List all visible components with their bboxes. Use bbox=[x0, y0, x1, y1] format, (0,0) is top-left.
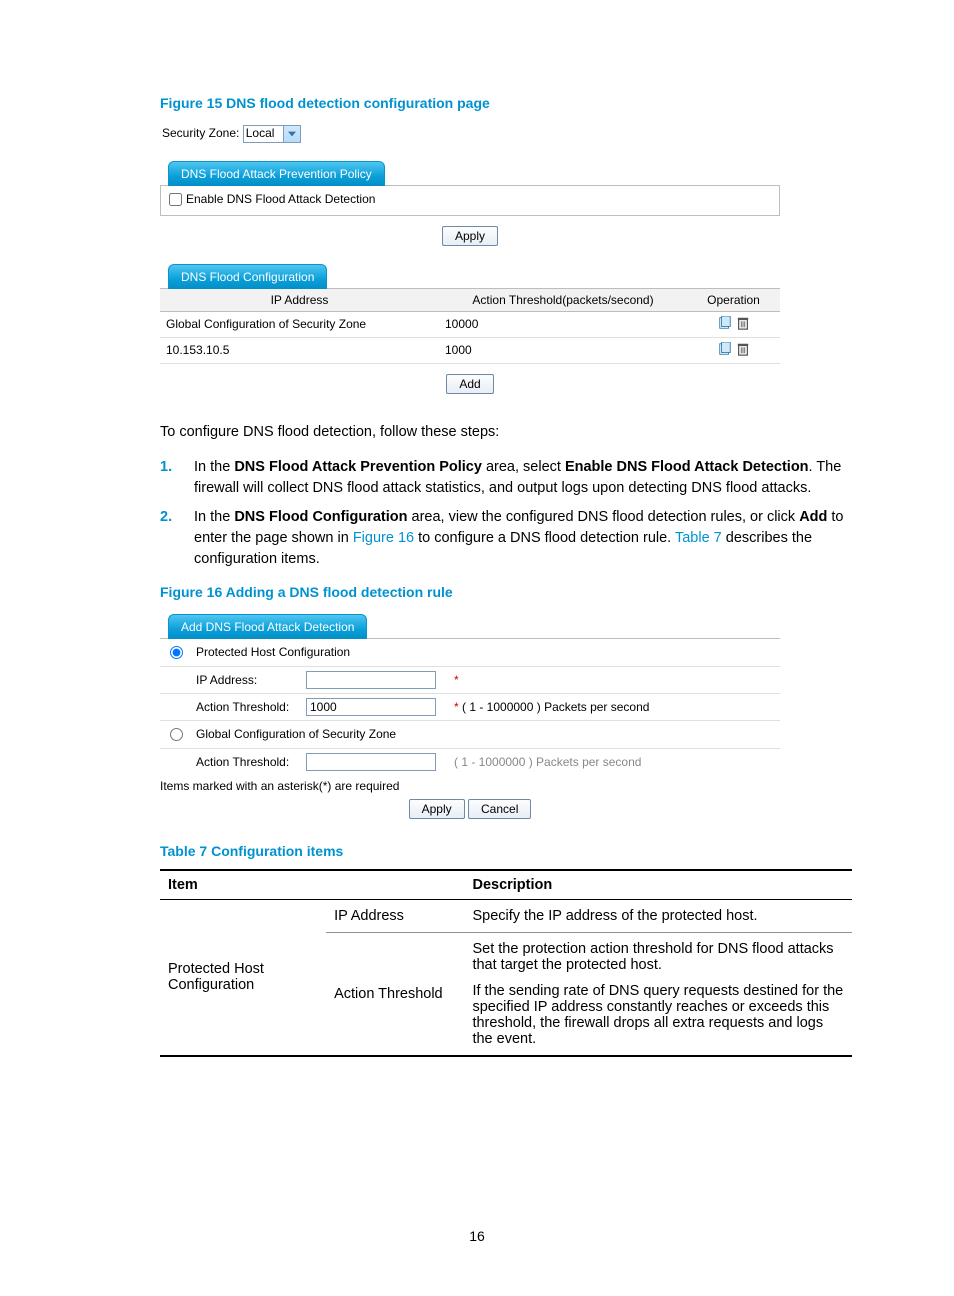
table7-head-item: Item bbox=[160, 870, 464, 900]
apply-button[interactable]: Apply bbox=[442, 226, 498, 246]
table-row: 10.153.10.5 1000 bbox=[160, 337, 780, 363]
chevron-down-icon bbox=[283, 126, 300, 142]
table7-head-desc: Description bbox=[464, 870, 852, 900]
global-config-radio[interactable] bbox=[170, 728, 183, 741]
col-threshold: Action Threshold(packets/second) bbox=[439, 289, 687, 312]
security-zone-value: Local bbox=[246, 126, 275, 140]
config-tab: DNS Flood Configuration bbox=[168, 264, 327, 289]
table7-rowgroup: Protected Host Configuration bbox=[160, 899, 326, 1056]
required-asterisk: * bbox=[454, 673, 459, 687]
figure15-caption: Figure 15 DNS flood detection configurat… bbox=[160, 95, 849, 111]
global-threshold-label: Action Threshold: bbox=[192, 748, 302, 775]
cell-threshold: 10000 bbox=[439, 311, 687, 337]
global-threshold-input[interactable] bbox=[306, 753, 436, 771]
enable-detection-checkbox[interactable]: Enable DNS Flood Attack Detection bbox=[169, 192, 375, 206]
step-2-text: In the DNS Flood Configuration area, vie… bbox=[194, 507, 849, 570]
required-asterisk: * bbox=[454, 700, 459, 714]
table7-link[interactable]: Table 7 bbox=[675, 530, 722, 546]
figure16-link[interactable]: Figure 16 bbox=[353, 530, 414, 546]
delete-icon[interactable] bbox=[736, 316, 750, 333]
cell-ip: 10.153.10.5 bbox=[160, 337, 439, 363]
figure16-screenshot: Add DNS Flood Attack Detection Protected… bbox=[160, 614, 780, 819]
security-zone-label: Security Zone: bbox=[162, 126, 239, 140]
col-ip: IP Address bbox=[160, 289, 439, 312]
table7-r1-item: IP Address bbox=[326, 899, 464, 932]
col-operation: Operation bbox=[687, 289, 780, 312]
intro-text: To configure DNS flood detection, follow… bbox=[160, 422, 849, 443]
ip-address-input[interactable] bbox=[306, 671, 436, 689]
step-1-text: In the DNS Flood Attack Prevention Polic… bbox=[194, 457, 849, 499]
page-number: 16 bbox=[0, 1228, 954, 1244]
step-number-2: 2. bbox=[160, 507, 194, 570]
edit-icon[interactable] bbox=[718, 316, 732, 333]
table7-caption: Table 7 Configuration items bbox=[160, 843, 849, 859]
cell-ip: Global Configuration of Security Zone bbox=[160, 311, 439, 337]
ip-address-label: IP Address: bbox=[192, 666, 302, 693]
cell-threshold: 1000 bbox=[439, 337, 687, 363]
policy-tab: DNS Flood Attack Prevention Policy bbox=[168, 161, 385, 186]
protected-host-radio[interactable] bbox=[170, 646, 183, 659]
threshold-label: Action Threshold: bbox=[192, 693, 302, 720]
threshold-input[interactable] bbox=[306, 698, 436, 716]
add-detection-form: Protected Host Configuration IP Address:… bbox=[160, 639, 780, 775]
global-config-label: Global Configuration of Security Zone bbox=[192, 720, 780, 748]
enable-detection-input[interactable] bbox=[169, 193, 182, 206]
table-row: Global Configuration of Security Zone 10… bbox=[160, 311, 780, 337]
threshold-hint: ( 1 - 1000000 ) Packets per second bbox=[462, 700, 649, 714]
table7-r2-desc: Set the protection action threshold for … bbox=[464, 932, 852, 1056]
figure16-caption: Figure 16 Adding a DNS flood detection r… bbox=[160, 584, 849, 600]
add-detection-tab: Add DNS Flood Attack Detection bbox=[168, 614, 367, 639]
protected-host-label: Protected Host Configuration bbox=[192, 639, 780, 667]
apply-button[interactable]: Apply bbox=[409, 799, 465, 819]
table7-r1-desc: Specify the IP address of the protected … bbox=[464, 899, 852, 932]
step-number-1: 1. bbox=[160, 457, 194, 499]
table7-r2-item: Action Threshold bbox=[326, 932, 464, 1056]
global-threshold-hint: ( 1 - 1000000 ) Packets per second bbox=[454, 755, 641, 769]
security-zone-select[interactable]: Local bbox=[243, 125, 301, 143]
table7: Item Description Protected Host Configur… bbox=[160, 869, 852, 1057]
delete-icon[interactable] bbox=[736, 342, 750, 359]
edit-icon[interactable] bbox=[718, 342, 732, 359]
figure15-screenshot: Security Zone: Local DNS Flood Attack Pr… bbox=[160, 125, 849, 394]
cancel-button[interactable]: Cancel bbox=[468, 799, 531, 819]
body-text: To configure DNS flood detection, follow… bbox=[160, 422, 849, 570]
enable-detection-label: Enable DNS Flood Attack Detection bbox=[186, 192, 375, 206]
dns-config-table: IP Address Action Threshold(packets/seco… bbox=[160, 289, 780, 364]
add-button[interactable]: Add bbox=[446, 374, 493, 394]
asterisk-note: Items marked with an asterisk(*) are req… bbox=[160, 779, 780, 793]
